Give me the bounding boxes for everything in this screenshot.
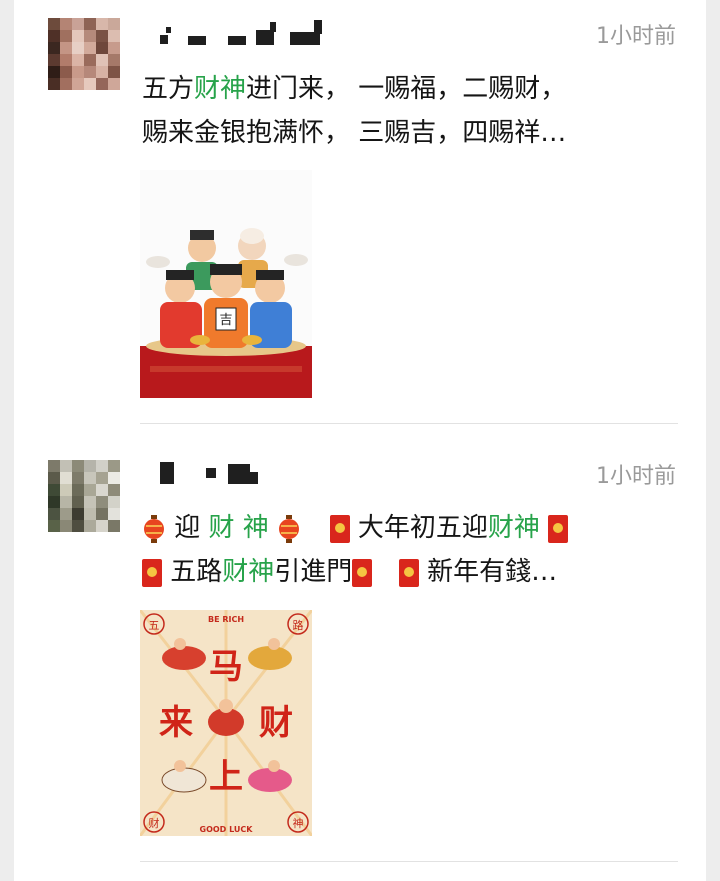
poster-char-shang: 上 <box>209 757 243 797</box>
poster-bottom-text: GOOD LUCK <box>200 825 254 834</box>
user-name-redacted[interactable] <box>144 458 284 488</box>
user-name-redacted[interactable] <box>144 18 344 48</box>
post-text-line-1: 五方财神进门来， 一赐福，二赐财， <box>142 74 567 104</box>
avatar[interactable] <box>48 460 120 532</box>
lantern-icon <box>279 514 300 543</box>
moment-post-1: 1小时前 五方财神进门来， 一赐福，二赐财， 赐来金银抱满怀， 三赐吉，四赐祥… <box>14 0 706 424</box>
post-text: 迎 财 神 大年初五迎财神 五路财神引進門 新年有錢… <box>142 506 682 594</box>
post-text-line-1: 迎 财 神 大年初五迎财神 <box>142 506 682 550</box>
red-envelope-icon <box>548 514 569 543</box>
post-time: 1小时前 <box>596 464 676 489</box>
gods-of-wealth-illustration-icon: 吉 <box>140 170 312 398</box>
post-image-ma-lai-cai-poster[interactable]: BE RICH GOOD LUCK 五 路 财 神 马 来 财 上 <box>140 610 312 836</box>
poster-corner-br: 神 <box>293 816 304 830</box>
red-envelope-icon <box>398 558 419 587</box>
red-envelope-icon <box>329 514 350 543</box>
poster-corner-tl: 五 <box>149 619 160 632</box>
post-text-line-2: 五路财神引進門 新年有錢… <box>142 550 682 594</box>
poster-char-cai: 财 <box>259 703 293 743</box>
post-text: 五方财神进门来， 一赐福，二赐财， 赐来金银抱满怀， 三赐吉，四赐祥… <box>142 67 682 155</box>
lantern-icon <box>144 514 164 543</box>
post-image-gods-of-wealth[interactable]: 吉 <box>140 170 312 398</box>
poster-char-lai: 来 <box>159 703 193 743</box>
post-text-line-2: 赐来金银抱满怀， 三赐吉，四赐祥… <box>142 118 567 148</box>
poster-corner-tr: 路 <box>293 619 304 632</box>
poster-char-ma: 马 <box>209 647 243 687</box>
image-tile-text: 吉 <box>219 313 232 328</box>
poster-top-text: BE RICH <box>208 615 244 624</box>
moment-post-2: 1小时前 迎 财 神 大年初五迎财神 五路财神引進門 新年有錢… BE RICH… <box>14 424 706 881</box>
moments-feed: 1小时前 五方财神进门来， 一赐福，二赐财， 赐来金银抱满怀， 三赐吉，四赐祥… <box>14 0 706 881</box>
post-divider <box>140 861 678 862</box>
post-time: 1小时前 <box>596 24 676 49</box>
poster-corner-bl: 财 <box>149 816 160 830</box>
avatar[interactable] <box>48 18 120 90</box>
red-envelope-icon <box>352 558 373 587</box>
ma-lai-cai-poster-icon: BE RICH GOOD LUCK 五 路 财 神 马 来 财 上 <box>140 610 312 836</box>
red-envelope-icon <box>142 558 162 587</box>
